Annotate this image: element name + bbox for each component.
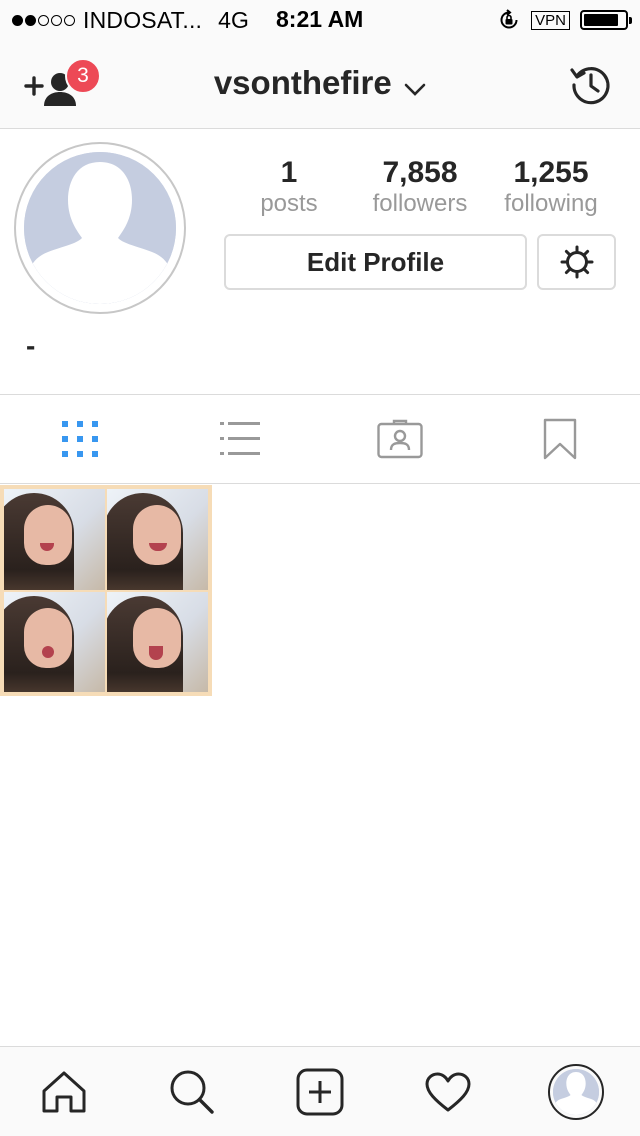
- avatar-placeholder: [24, 152, 176, 304]
- signal-strength-icon: [12, 14, 75, 26]
- status-left: INDOSAT... 4G: [12, 6, 249, 33]
- collage-tile: [4, 489, 105, 590]
- profile-bio: -: [26, 330, 36, 361]
- grid-icon: [62, 421, 98, 457]
- list-icon: [220, 422, 260, 455]
- carrier-name: INDOSAT...: [83, 6, 203, 33]
- following-stat[interactable]: 1,255 following: [492, 156, 610, 218]
- post-thumbnail[interactable]: [0, 485, 212, 696]
- posts-label: posts: [260, 190, 318, 217]
- signal-dot: [51, 14, 62, 26]
- battery-level: [584, 14, 618, 26]
- vpn-indicator: VPN: [531, 10, 570, 30]
- status-bar: INDOSAT... 4G 8:21 AM VPN: [0, 0, 640, 40]
- collage-tile: [4, 591, 105, 692]
- profile-tabs: [0, 394, 640, 484]
- add-post-icon: [296, 1068, 344, 1116]
- signal-dot: [38, 14, 49, 26]
- archive-history-icon[interactable]: [568, 62, 614, 108]
- heart-icon: [425, 1072, 471, 1112]
- nav-home[interactable]: [0, 1047, 128, 1136]
- post-collage-image: [4, 489, 208, 692]
- posts-stat[interactable]: 1 posts: [238, 156, 340, 218]
- top-nav: 3 vsonthefire: [0, 40, 640, 129]
- page-title: vsonthefire: [213, 64, 392, 101]
- tab-tagged[interactable]: [320, 395, 480, 483]
- signal-dot: [64, 14, 75, 26]
- nav-profile[interactable]: [512, 1047, 640, 1136]
- status-right: VPN: [497, 8, 632, 32]
- search-icon: [170, 1070, 214, 1114]
- signal-dot: [12, 14, 23, 26]
- nav-new-post[interactable]: [256, 1047, 384, 1136]
- edit-profile-button[interactable]: Edit Profile: [224, 234, 527, 290]
- collage-tile: [107, 591, 208, 692]
- signal-dot: [25, 14, 36, 26]
- tab-grid[interactable]: [0, 395, 160, 483]
- nav-search[interactable]: [128, 1047, 256, 1136]
- following-count: 1,255: [513, 156, 589, 189]
- avatar-placeholder: [553, 1069, 599, 1115]
- profile-avatar[interactable]: [14, 142, 186, 314]
- account-switcher[interactable]: vsonthefire: [0, 64, 640, 102]
- following-label: following: [504, 190, 598, 217]
- followers-label: followers: [372, 190, 468, 217]
- nav-activity[interactable]: [384, 1047, 512, 1136]
- chevron-down-icon: [404, 83, 426, 96]
- avatar: [548, 1064, 604, 1120]
- tab-list[interactable]: [160, 395, 320, 483]
- followers-count: 7,858: [382, 156, 458, 189]
- home-icon: [42, 1071, 86, 1113]
- posts-count: 1: [280, 156, 298, 189]
- settings-button[interactable]: [537, 234, 616, 290]
- network-type: 4G: [218, 6, 249, 33]
- default-avatar-icon: [553, 1069, 599, 1115]
- bottom-nav: [0, 1046, 640, 1136]
- default-avatar-icon: [24, 152, 176, 304]
- tagged-person-icon: [377, 419, 423, 459]
- gear-icon: [560, 245, 593, 279]
- bookmark-icon: [543, 418, 577, 460]
- tab-saved[interactable]: [480, 395, 640, 483]
- rotation-lock-icon: [500, 9, 518, 29]
- collage-tile: [107, 489, 208, 590]
- battery-icon: [580, 10, 632, 30]
- followers-stat[interactable]: 7,858 followers: [360, 156, 480, 218]
- clock: 8:21 AM: [276, 6, 364, 32]
